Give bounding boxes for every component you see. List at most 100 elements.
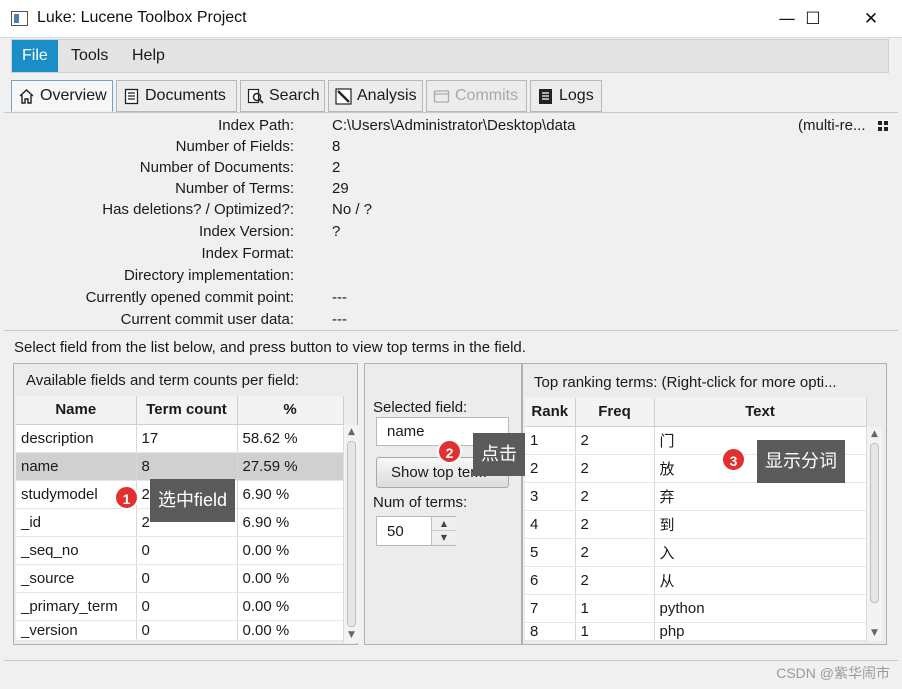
title-bar: Luke: Lucene Toolbox Project — ☐ ✕ — [0, 0, 902, 38]
freq-cell: 1 — [575, 594, 655, 623]
table-row[interactable]: _seq_no 0 0.00 % — [16, 536, 344, 565]
table-row[interactable]: 5 2 入 — [525, 538, 867, 567]
num-terms-stepper[interactable]: 50 ▲ ▼ — [376, 516, 456, 546]
tab-analysis-label: Analysis — [357, 87, 417, 104]
column-header-name[interactable]: Name — [16, 396, 137, 425]
tab-search-label: Search — [269, 87, 320, 104]
terms-scrollbar[interactable]: ▲ ▼ — [866, 427, 882, 641]
column-header-term-count[interactable]: Term count — [136, 396, 238, 425]
percent-cell: 6.90 % — [237, 508, 344, 537]
percent-cell: 27.59 % — [237, 452, 344, 481]
percent-cell: 0.00 % — [237, 592, 344, 621]
maximize-button[interactable]: ☐ — [790, 0, 836, 38]
close-button[interactable]: ✕ — [848, 0, 894, 38]
callout-3-label: 显示分词 — [757, 440, 845, 483]
scroll-up-arrow-icon[interactable]: ▲ — [867, 427, 882, 441]
commit-icon — [433, 90, 450, 103]
field-name-cell: description — [16, 424, 137, 453]
rank-cell: 7 — [525, 594, 576, 623]
callout-3-badge: 3 — [721, 447, 746, 472]
search-icon — [247, 88, 264, 104]
num-fields-value: 8 — [332, 138, 341, 155]
table-row[interactable]: 4 2 到 — [525, 510, 867, 539]
scrollbar-thumb[interactable] — [347, 441, 356, 627]
rank-cell: 1 — [525, 426, 576, 455]
deletions-value: No / ? — [332, 201, 373, 218]
scroll-down-arrow-icon[interactable]: ▼ — [344, 628, 359, 642]
tab-analysis[interactable]: Analysis — [328, 80, 423, 112]
fields-scrollbar[interactable]: ▲ ▼ — [343, 425, 359, 643]
freq-cell: 2 — [575, 482, 655, 511]
index-path-value: C:\Users\Administrator\Desktop\data — [332, 117, 576, 134]
column-header-percent[interactable]: % — [237, 396, 344, 425]
num-docs-label: Number of Documents: — [139, 159, 294, 176]
rank-cell: 2 — [525, 454, 576, 483]
term-text-cell: 弃 — [654, 482, 867, 511]
terms-pane-title: Top ranking terms: (Right-click for more… — [534, 374, 837, 391]
watermark: CSDN @紫华闹市 — [776, 665, 890, 681]
num-fields-label: Number of Fields: — [175, 138, 294, 155]
callout-2-badge: 2 — [437, 439, 462, 464]
table-row[interactable]: 7 1 python — [525, 594, 867, 623]
tab-logs-label: Logs — [559, 87, 594, 104]
index-version-label: Index Version: — [198, 223, 294, 240]
term-text-cell: 到 — [654, 510, 867, 539]
term-count-cell: 0 — [136, 536, 238, 565]
scroll-down-arrow-icon[interactable]: ▼ — [867, 626, 882, 640]
table-row[interactable]: description 17 58.62 % — [16, 424, 344, 453]
table-row[interactable]: 6 2 从 — [525, 566, 867, 595]
multi-reader-label: (multi-re... — [798, 117, 866, 134]
rank-cell: 4 — [525, 510, 576, 539]
table-row[interactable]: _source 0 0.00 % — [16, 564, 344, 593]
rank-cell: 8 — [525, 622, 576, 641]
scrollbar-thumb[interactable] — [870, 443, 879, 603]
column-header-rank[interactable]: Rank — [525, 398, 576, 427]
decrement-arrow-icon[interactable]: ▼ — [431, 531, 456, 545]
index-format-label: Index Format: — [201, 245, 294, 262]
expand-grid-icon[interactable] — [878, 121, 888, 131]
term-text-cell: php — [654, 622, 867, 641]
status-bar — [4, 660, 898, 684]
table-row[interactable]: 8 1 php — [525, 622, 867, 641]
term-count-cell: 0 — [136, 592, 238, 621]
column-header-text[interactable]: Text — [654, 398, 867, 427]
field-name-cell: _id — [16, 508, 137, 537]
freq-cell: 2 — [575, 426, 655, 455]
percent-cell: 0.00 % — [237, 536, 344, 565]
num-terms-label: Number of Terms: — [175, 180, 294, 197]
increment-arrow-icon[interactable]: ▲ — [431, 517, 456, 531]
field-name-cell: _primary_term — [16, 592, 137, 621]
index-path-label: Index Path: — [218, 117, 294, 134]
table-row-selected[interactable]: name 8 27.59 % — [16, 452, 344, 481]
freq-cell: 2 — [575, 510, 655, 539]
section-divider — [4, 330, 898, 331]
callout-2-label: 点击 — [473, 433, 525, 476]
table-row[interactable]: _version 0 0.00 % — [16, 620, 344, 641]
term-count-cell: 0 — [136, 620, 238, 641]
log-icon — [539, 89, 552, 104]
tab-commits-label: Commits — [455, 87, 519, 104]
callout-1-badge: 1 — [114, 485, 139, 510]
column-header-freq[interactable]: Freq — [575, 398, 655, 427]
table-row[interactable]: 3 2 弃 — [525, 482, 867, 511]
menu-file[interactable]: File — [12, 40, 58, 72]
commit-user-data-value: --- — [332, 311, 347, 328]
menu-tools[interactable]: Tools — [61, 40, 118, 72]
term-text-cell: 入 — [654, 538, 867, 567]
tab-logs[interactable]: Logs — [530, 80, 602, 112]
field-name-cell: _source — [16, 564, 137, 593]
tab-search[interactable]: Search — [240, 80, 325, 112]
instruction-text: Select field from the list below, and pr… — [14, 339, 526, 356]
menu-help[interactable]: Help — [122, 40, 175, 72]
tab-documents[interactable]: Documents — [116, 80, 237, 112]
term-text-cell: 从 — [654, 566, 867, 595]
app-icon — [11, 11, 28, 26]
scroll-up-arrow-icon[interactable]: ▲ — [344, 425, 359, 439]
num-terms-value[interactable]: 50 — [387, 523, 404, 540]
index-version-value: ? — [332, 223, 341, 240]
table-row[interactable]: _primary_term 0 0.00 % — [16, 592, 344, 621]
percent-cell: 58.62 % — [237, 424, 344, 453]
tab-overview[interactable]: Overview — [11, 80, 113, 112]
num-terms-label: Num of terms: — [373, 494, 468, 511]
tab-commits[interactable]: Commits — [426, 80, 527, 112]
